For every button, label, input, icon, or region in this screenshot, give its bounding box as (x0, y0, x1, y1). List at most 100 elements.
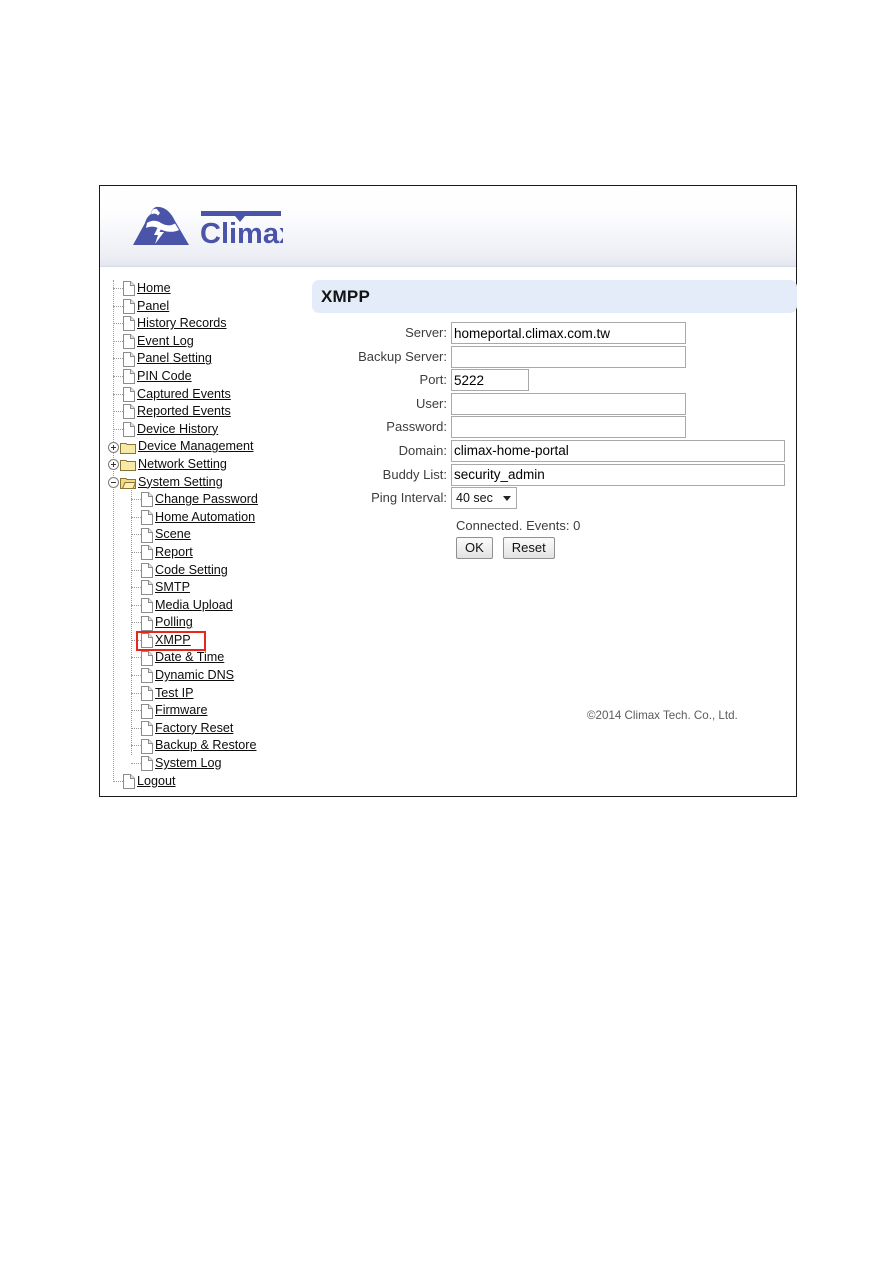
document-icon (141, 510, 153, 526)
sidebar-item-label[interactable]: Change Password (155, 491, 259, 509)
sidebar-item-label[interactable]: Panel (137, 298, 170, 316)
document-icon (141, 615, 153, 631)
sidebar-item-backup-restore[interactable]: Backup & Restore (106, 737, 311, 755)
sidebar-item-label[interactable]: System Setting (138, 474, 224, 492)
sidebar-item-label[interactable]: Factory Reset (155, 720, 234, 738)
field-label: Backup Server: (358, 348, 447, 364)
sidebar-item-label[interactable]: Media Upload (155, 597, 234, 615)
sidebar-item-label[interactable]: Scene (155, 526, 192, 544)
tree-connector (113, 411, 123, 413)
document-icon (141, 597, 153, 613)
sidebar-item-polling[interactable]: Polling (106, 614, 311, 632)
sidebar-item-device-history[interactable]: Device History (106, 421, 311, 439)
sidebar-item-label[interactable]: Backup & Restore (155, 737, 258, 755)
document-icon (141, 580, 153, 596)
tree-connector (131, 622, 141, 624)
sidebar-item-label[interactable]: Logout (137, 773, 177, 791)
xmpp-settings-form: Server: Backup Server: Port: User: Password:… (312, 322, 797, 559)
password-input[interactable] (451, 416, 686, 439)
document-icon (141, 738, 153, 754)
sidebar-item-home[interactable]: Home (106, 280, 311, 298)
sidebar-item-label[interactable]: Code Setting (155, 562, 229, 580)
tree-connector (113, 358, 123, 360)
ping-interval-select[interactable]: 40 sec (451, 487, 517, 510)
sidebar-item-label[interactable]: Event Log (137, 333, 195, 351)
sidebar-item-label[interactable]: Test IP (155, 685, 195, 703)
chevron-down-icon (503, 496, 511, 502)
sidebar-item-history-records[interactable]: History Records (106, 315, 311, 333)
sidebar-item-smtp[interactable]: SMTP (106, 579, 311, 597)
sidebar-item-report[interactable]: Report (106, 544, 311, 562)
tree-connector (131, 675, 141, 677)
sidebar-item-logout[interactable]: Logout (106, 773, 311, 791)
sidebar-item-label[interactable]: SMTP (155, 579, 191, 597)
ok-button[interactable]: OK (456, 536, 493, 559)
sidebar-item-label[interactable]: Reported Events (137, 403, 232, 421)
field-label: User: (415, 395, 447, 411)
form-buttons: OK Reset (456, 536, 797, 559)
sidebar-item-device-management[interactable]: Device Management (106, 438, 311, 456)
sidebar-item-date-time[interactable]: Date & Time (106, 649, 311, 667)
sidebar-item-label[interactable]: Firmware (155, 702, 208, 720)
sidebar-item-label[interactable]: System Log (155, 755, 223, 773)
document-icon (123, 369, 135, 385)
document-icon (141, 668, 153, 684)
sidebar-item-code-setting[interactable]: Code Setting (106, 562, 311, 580)
tree-connector (113, 428, 123, 430)
sidebar-item-label[interactable]: History Records (137, 315, 228, 333)
sidebar-item-change-password[interactable]: Change Password (106, 491, 311, 509)
sidebar-item-label[interactable]: Device Management (138, 438, 255, 456)
sidebar-item-label[interactable]: Network Setting (138, 456, 228, 474)
sidebar-item-label[interactable]: Home Automation (155, 509, 256, 527)
sidebar-item-system-setting[interactable]: System Setting (106, 474, 311, 492)
sidebar-item-network-setting[interactable]: Network Setting (106, 456, 311, 474)
user-input[interactable] (451, 392, 686, 415)
tree-connector (131, 551, 141, 553)
sidebar-item-label[interactable]: Panel Setting (137, 350, 213, 368)
sidebar-item-dynamic-dns[interactable]: Dynamic DNS (106, 667, 311, 685)
backup-server-input[interactable] (451, 345, 686, 368)
form-row: Server: (312, 322, 797, 346)
sidebar-item-factory-reset[interactable]: Factory Reset (106, 720, 311, 738)
sidebar-item-firmware[interactable]: Firmware (106, 702, 311, 720)
sidebar-item-pin-code[interactable]: PIN Code (106, 368, 311, 386)
domain-input[interactable] (451, 439, 785, 462)
sidebar-item-event-log[interactable]: Event Log (106, 333, 311, 351)
server-input[interactable] (451, 322, 686, 344)
folder-icon (120, 441, 136, 454)
sidebar-item-label[interactable]: Dynamic DNS (155, 667, 235, 685)
sidebar-item-home-automation[interactable]: Home Automation (106, 509, 311, 527)
sidebar-item-label[interactable]: Captured Events (137, 386, 232, 404)
sidebar-item-test-ip[interactable]: Test IP (106, 685, 311, 703)
document-icon (141, 492, 153, 508)
expand-toggle-icon[interactable] (108, 459, 119, 471)
document-icon (141, 650, 153, 666)
port-input[interactable] (451, 369, 529, 392)
buddy-list-input[interactable] (451, 463, 785, 486)
sidebar-item-system-log[interactable]: System Log (106, 755, 311, 773)
sidebar-item-label[interactable]: XMPP (155, 632, 192, 650)
sidebar-item-media-upload[interactable]: Media Upload (106, 597, 311, 615)
sidebar-item-panel[interactable]: Panel (106, 298, 311, 316)
form-row: Ping Interval: 40 sec (312, 487, 797, 511)
expand-toggle-icon[interactable] (108, 441, 119, 453)
sidebar-item-captured-events[interactable]: Captured Events (106, 386, 311, 404)
sidebar-item-label[interactable]: PIN Code (137, 368, 193, 386)
tree-connector (131, 657, 141, 659)
sidebar-item-label[interactable]: Polling (155, 614, 194, 632)
sidebar-item-label[interactable]: Home (137, 280, 172, 298)
field-label: Server: (405, 325, 447, 340)
sidebar-item-xmpp[interactable]: XMPP (106, 632, 311, 650)
document-icon (123, 773, 135, 789)
sidebar-item-label[interactable]: Report (155, 544, 194, 562)
connection-status: Connected. Events: 0 (456, 517, 581, 533)
sidebar-item-label[interactable]: Date & Time (155, 649, 225, 667)
sidebar-item-panel-setting[interactable]: Panel Setting (106, 350, 311, 368)
tree-connector (113, 288, 123, 289)
reset-button[interactable]: Reset (502, 536, 555, 559)
svg-text:Climax: Climax (200, 218, 283, 250)
collapse-toggle-icon[interactable] (108, 476, 119, 488)
sidebar-item-reported-events[interactable]: Reported Events (106, 403, 311, 421)
sidebar-item-scene[interactable]: Scene (106, 526, 311, 544)
sidebar-item-label[interactable]: Device History (137, 421, 219, 439)
